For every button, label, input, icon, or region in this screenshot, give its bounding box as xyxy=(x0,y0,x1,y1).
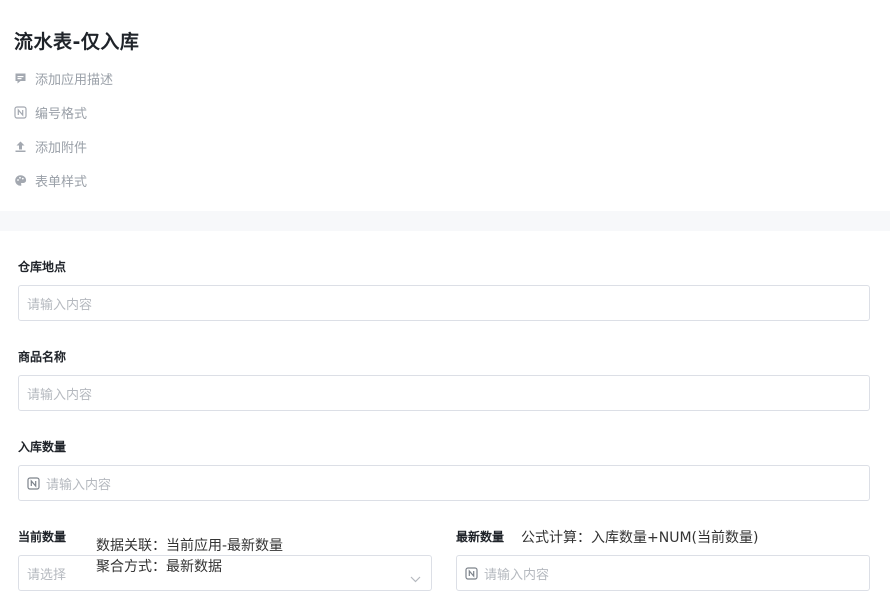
add-attachment-button[interactable]: 添加附件 xyxy=(13,136,87,156)
form-style-button[interactable]: 表单样式 xyxy=(13,170,87,190)
data-relation-note: 数据关联：当前应用-最新数量 xyxy=(96,538,284,554)
app-title[interactable]: 流水表-仅入库 xyxy=(14,27,139,54)
warehouse-label: 仓库地点 xyxy=(18,260,67,274)
add-description-button[interactable]: 添加应用描述 xyxy=(13,68,113,88)
upload-icon xyxy=(13,139,27,153)
warehouse-placeholder: 请输入内容 xyxy=(27,297,93,313)
latest-qty-input[interactable]: 请输入内容 xyxy=(456,555,870,591)
add-description-label: 添加应用描述 xyxy=(35,72,114,88)
number-icon xyxy=(27,476,40,490)
form-style-label: 表单样式 xyxy=(35,174,88,190)
chevron-down-icon xyxy=(410,568,421,587)
comment-icon xyxy=(13,71,27,85)
inbound-qty-placeholder: 请输入内容 xyxy=(46,477,112,493)
current-qty-placeholder: 请选择 xyxy=(27,567,67,583)
formula-note: 公式计算：入库数量+NUM(当前数量) xyxy=(521,530,759,546)
current-qty-label: 当前数量 xyxy=(18,530,67,544)
number-icon xyxy=(465,566,478,580)
add-attachment-label: 添加附件 xyxy=(35,140,88,156)
app-header: 流水表-仅入库 添加应用描述 编号格式 添加附件 表单样式 xyxy=(0,0,890,211)
latest-qty-label: 最新数量 xyxy=(456,530,505,544)
number-format-button[interactable]: 编号格式 xyxy=(13,102,87,122)
warehouse-input[interactable]: 请输入内容 xyxy=(18,285,870,321)
number-format-label: 编号格式 xyxy=(35,106,88,122)
product-name-placeholder: 请输入内容 xyxy=(27,387,93,403)
current-qty-select[interactable]: 请选择 xyxy=(18,555,432,591)
product-name-input[interactable]: 请输入内容 xyxy=(18,375,870,411)
product-name-label: 商品名称 xyxy=(18,350,67,364)
number-format-icon xyxy=(13,105,27,119)
latest-qty-placeholder: 请输入内容 xyxy=(484,567,550,583)
aggregate-mode-note: 聚合方式：最新数据 xyxy=(96,559,222,575)
inbound-qty-input[interactable]: 请输入内容 xyxy=(18,465,870,501)
section-divider xyxy=(0,211,890,231)
inbound-qty-label: 入库数量 xyxy=(18,440,67,454)
palette-icon xyxy=(13,173,27,187)
